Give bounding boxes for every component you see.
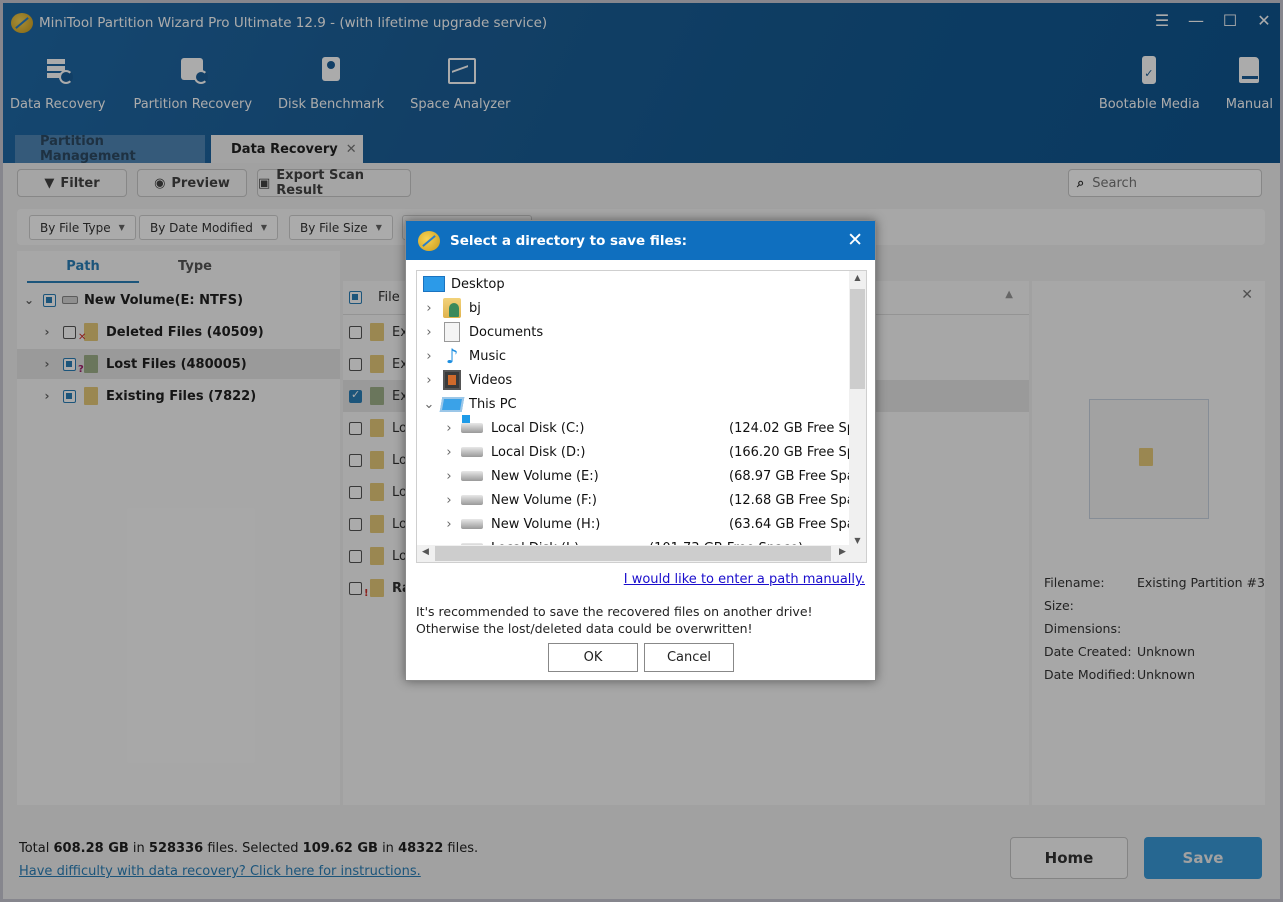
ok-button[interactable]: OK bbox=[548, 643, 638, 672]
node-label: Videos bbox=[469, 372, 513, 388]
scroll-left-icon[interactable]: ◀ bbox=[422, 547, 429, 557]
videos-icon bbox=[443, 370, 461, 390]
tree-node[interactable]: › New Volume (E:) (68.97 GB Free Space) bbox=[417, 464, 866, 488]
tree-node[interactable]: › Documents bbox=[417, 320, 849, 344]
tree-node[interactable]: › New Volume (F:) (12.68 GB Free Space) bbox=[417, 488, 866, 512]
dialog-close-icon[interactable]: ✕ bbox=[847, 229, 863, 251]
scroll-right-icon[interactable]: ▶ bbox=[839, 547, 846, 557]
scroll-down-icon[interactable]: ▼ bbox=[849, 536, 866, 545]
chevron-right-icon[interactable]: › bbox=[419, 301, 439, 316]
node-label: New Volume (E:) bbox=[491, 468, 599, 484]
chevron-right-icon[interactable]: › bbox=[439, 421, 459, 436]
node-label: This PC bbox=[469, 396, 517, 412]
free-space: (166.20 GB Free Space) bbox=[729, 444, 866, 460]
scroll-thumb[interactable] bbox=[435, 546, 831, 561]
save-directory-dialog: Select a directory to save files: ✕ Desk… bbox=[405, 220, 876, 681]
directory-tree: Desktop › bj › Documents › ♪ Music › Videos ⌄ This … bbox=[416, 270, 867, 563]
free-space: (124.02 GB Free Space) bbox=[729, 420, 866, 436]
system-drive-icon bbox=[461, 415, 483, 433]
desktop-icon bbox=[423, 276, 445, 292]
free-space: (12.68 GB Free Space) bbox=[729, 492, 867, 508]
user-folder-icon bbox=[443, 298, 461, 318]
node-label: Documents bbox=[469, 324, 544, 340]
documents-icon bbox=[444, 322, 460, 342]
chevron-down-icon[interactable]: ⌄ bbox=[419, 397, 439, 412]
tree-node[interactable]: › Local Disk (C:) (124.02 GB Free Space) bbox=[417, 415, 866, 440]
enter-path-manually-link[interactable]: I would like to enter a path manually. bbox=[624, 572, 865, 587]
node-label: bj bbox=[469, 300, 481, 316]
chevron-right-icon[interactable]: › bbox=[439, 469, 459, 484]
chevron-right-icon[interactable]: › bbox=[439, 493, 459, 508]
node-label: Music bbox=[469, 348, 506, 364]
tree-node[interactable]: › ♪ Music bbox=[417, 344, 849, 368]
hard-drive-icon bbox=[461, 447, 483, 457]
warning-text: It's recommended to save the recovered f… bbox=[416, 604, 813, 636]
chevron-right-icon[interactable]: › bbox=[419, 325, 439, 340]
vertical-scrollbar[interactable]: ▲ ▼ bbox=[849, 271, 866, 547]
music-icon: ♪ bbox=[445, 344, 459, 368]
node-label: New Volume (F:) bbox=[491, 492, 597, 508]
chevron-right-icon[interactable]: › bbox=[419, 349, 439, 364]
tree-node[interactable]: › bj bbox=[417, 296, 849, 320]
computer-icon bbox=[439, 396, 465, 412]
tree-node[interactable]: ⌄ This PC bbox=[417, 392, 849, 416]
chevron-right-icon[interactable]: › bbox=[439, 445, 459, 460]
node-label: New Volume (H:) bbox=[491, 516, 601, 532]
free-space: (68.97 GB Free Space) bbox=[729, 468, 867, 484]
cancel-button[interactable]: Cancel bbox=[644, 643, 734, 672]
node-label: Local Disk (C:) bbox=[491, 420, 585, 436]
horizontal-scrollbar[interactable]: ◀ ▶ bbox=[417, 545, 866, 562]
chevron-right-icon[interactable]: › bbox=[439, 517, 459, 532]
hard-drive-icon bbox=[461, 519, 483, 529]
tree-node[interactable]: › Local Disk (D:) (166.20 GB Free Space) bbox=[417, 440, 866, 464]
tree-node[interactable]: › Videos bbox=[417, 368, 849, 392]
tree-node[interactable]: › New Volume (H:) (63.64 GB Free Space) bbox=[417, 512, 866, 536]
hard-drive-icon bbox=[461, 495, 483, 505]
dialog-title-bar: Select a directory to save files: bbox=[406, 221, 875, 260]
app-logo-icon bbox=[418, 230, 440, 251]
scroll-up-icon[interactable]: ▲ bbox=[849, 273, 866, 282]
scroll-thumb[interactable] bbox=[850, 289, 865, 389]
dialog-title: Select a directory to save files: bbox=[450, 232, 688, 249]
node-label: Desktop bbox=[451, 276, 505, 292]
tree-node[interactable]: Desktop bbox=[417, 272, 849, 296]
chevron-right-icon[interactable]: › bbox=[419, 373, 439, 388]
node-label: Local Disk (D:) bbox=[491, 444, 586, 460]
hard-drive-icon bbox=[461, 471, 483, 481]
free-space: (63.64 GB Free Space) bbox=[729, 516, 867, 532]
